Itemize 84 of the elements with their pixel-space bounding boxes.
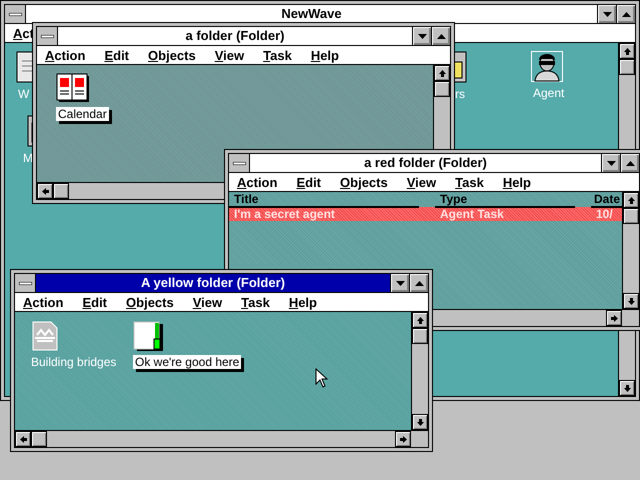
menu-item[interactable]: View [192,294,222,310]
scroll-down-button[interactable] [619,380,635,396]
menu-item[interactable]: Help [288,294,317,310]
menu-item[interactable]: Help [502,174,531,190]
up-triangle-icon [622,12,630,16]
scroll-down-button[interactable] [412,414,428,430]
minimize-button[interactable] [390,274,409,292]
window-title: A yellow folder (Folder) [140,274,286,292]
scroll-left-button[interactable] [37,183,53,199]
calendar-book-icon [56,73,90,103]
row-cell-text: I'm a secret agent [233,207,336,221]
icon-label[interactable]: Calendar [56,107,109,121]
minimize-button[interactable] [597,5,616,23]
menu-item[interactable]: Edit [296,174,322,190]
up-triangle-icon [626,160,634,166]
scroll-up-button[interactable] [623,192,639,208]
row-cell-text: 10/ [595,207,614,221]
down-triangle-icon [602,12,612,16]
scroll-up-button[interactable] [434,65,450,81]
down-arrow-icon [622,384,632,392]
menu-item[interactable]: Edit [104,48,130,62]
dash-icon [232,162,246,164]
menu-item[interactable]: Task [263,48,292,62]
dash-icon [18,282,32,284]
maximize-button[interactable] [409,274,428,292]
up-arrow-icon [438,68,446,78]
scroll-right-button[interactable] [606,310,622,326]
scroll-left-button[interactable] [15,431,31,447]
up-triangle-icon [436,34,446,38]
bridge-document-icon [32,321,58,351]
right-arrow-icon [398,434,408,444]
menu-item[interactable]: Task [455,174,484,190]
scroll-thumb[interactable] [434,81,450,97]
menu-item[interactable]: Edit [82,294,108,310]
left-arrow-icon [18,434,28,444]
window-title: a red folder (Folder) [363,154,488,172]
scroll-thumb[interactable] [412,328,428,344]
system-menu-button[interactable] [5,5,26,23]
menu-item[interactable]: View [214,48,244,62]
up-triangle-icon [414,280,424,286]
maximize-button[interactable] [616,5,635,23]
menu-item[interactable]: Action [45,48,86,62]
system-menu-button[interactable] [15,274,36,292]
up-arrow-icon [416,316,424,324]
menu-item[interactable]: Objects [340,174,388,190]
icon-label[interactable]: Ok we're good here [133,355,242,369]
scroll-down-button[interactable] [623,293,639,309]
minimize-button[interactable] [412,27,431,45]
menu-item[interactable]: Task [241,294,270,310]
minimize-button[interactable] [601,154,620,172]
left-arrow-icon [40,186,50,196]
scroll-thumb[interactable] [623,208,639,224]
up-arrow-icon [626,196,636,204]
scroll-thumb[interactable] [53,183,69,199]
notebook-icon [133,321,163,351]
menu-item[interactable]: Objects [148,48,196,62]
dash-icon [8,12,22,16]
agent-figure-icon [531,51,563,82]
maximize-button[interactable] [620,154,639,172]
down-triangle-icon [606,160,616,166]
scroll-thumb[interactable] [619,59,635,75]
scroll-thumb[interactable] [31,431,47,447]
mouse-pointer-icon [315,368,328,388]
menu-item[interactable]: Action [237,174,278,190]
right-arrow-icon [610,314,618,322]
down-triangle-icon [418,34,426,38]
row-cell-text: Agent Task [439,207,505,221]
down-triangle-icon [396,280,404,286]
scroll-up-button[interactable] [412,312,428,328]
menu-item[interactable]: View [406,174,436,190]
scroll-right-button[interactable] [395,431,411,447]
up-arrow-icon [622,46,632,56]
dash-icon [40,34,54,38]
scroll-up-button[interactable] [619,43,635,59]
window-title: NewWave [280,5,343,23]
down-arrow-icon [416,418,424,426]
menu-item[interactable]: Objects [126,294,174,310]
down-arrow-icon [626,296,636,306]
menu-item[interactable]: Help [310,48,339,62]
system-menu-button[interactable] [229,154,250,172]
menu-item[interactable]: Action [23,294,64,310]
system-menu-button[interactable] [37,27,58,45]
maximize-button[interactable] [431,27,450,45]
window-title: a folder (Folder) [184,27,286,45]
